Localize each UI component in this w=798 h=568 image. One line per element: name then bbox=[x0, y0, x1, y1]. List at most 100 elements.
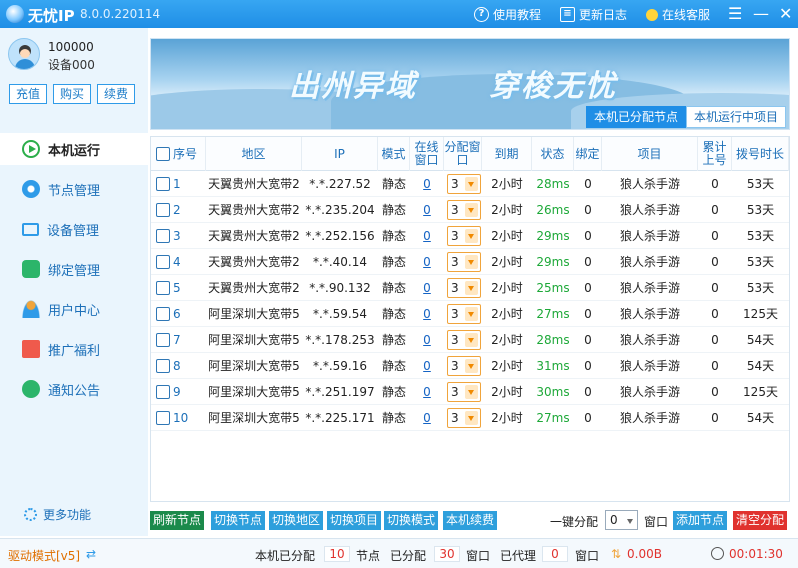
switch-node-button[interactable]: 切换节点 bbox=[211, 511, 266, 530]
local-renew-button[interactable]: 本机续费 bbox=[443, 511, 498, 530]
tab-running-projects[interactable]: 本机运行中项目 bbox=[686, 106, 787, 128]
device-icon bbox=[22, 222, 39, 236]
alloc-window-select[interactable]: 3 bbox=[447, 226, 481, 246]
cell-bind: 0 bbox=[584, 385, 592, 399]
assigned-label: 本机已分配 bbox=[255, 549, 316, 563]
tab-assigned-nodes[interactable]: 本机已分配节点 bbox=[586, 106, 687, 128]
table-row[interactable]: 1 天翼贵州大宽带2 *.*.227.52 静态 0 2小时 28ms 0 狼人杀手游 0 53天 3 bbox=[151, 171, 789, 197]
support-link[interactable]: 在线客服 bbox=[646, 6, 710, 23]
cell-mode: 静态 bbox=[381, 177, 406, 191]
alloc-window-select[interactable]: 3 bbox=[447, 252, 481, 272]
chevron-down-icon bbox=[465, 203, 478, 217]
alloc-value: 3 bbox=[451, 333, 459, 347]
col-online-window: 在线窗口 bbox=[410, 137, 444, 171]
tutorial-link[interactable]: ? 使用教程 bbox=[474, 6, 541, 23]
row-checkbox[interactable] bbox=[156, 255, 170, 269]
alloc-window-select[interactable]: 3 bbox=[447, 356, 481, 376]
cell-duration: 125天 bbox=[743, 385, 778, 399]
alloc-window-select[interactable]: 3 bbox=[447, 200, 481, 220]
table-row[interactable]: 5 天翼贵州大宽带2 *.*.90.132 静态 0 2小时 25ms 0 狼人杀手游 0 53天 3 bbox=[151, 275, 789, 301]
alloc-window-select[interactable]: 3 bbox=[447, 174, 481, 194]
switch-driver-icon[interactable]: ⇄ bbox=[86, 547, 96, 561]
nav-binding-management[interactable]: 绑定管理 bbox=[0, 253, 148, 285]
alloc-value: 3 bbox=[451, 359, 459, 373]
row-checkbox[interactable] bbox=[156, 229, 170, 243]
cell-expire: 2小时 bbox=[491, 177, 523, 191]
alloc-window-select[interactable]: 3 bbox=[447, 382, 481, 402]
cell-expire: 2小时 bbox=[491, 281, 523, 295]
nav-local-run[interactable]: 本机运行 bbox=[0, 133, 148, 165]
alloc-value: 3 bbox=[451, 307, 459, 321]
alloc-window-select[interactable]: 3 bbox=[447, 304, 481, 324]
avatar[interactable] bbox=[8, 38, 40, 70]
recharge-button[interactable]: 充值 bbox=[9, 84, 47, 104]
col-status: 状态 bbox=[532, 137, 574, 171]
table-row[interactable]: 4 天翼贵州大宽带2 *.*.40.14 静态 0 2小时 29ms 0 狼人杀手游 0 53天 3 bbox=[151, 249, 789, 275]
help-icon: ? bbox=[474, 7, 489, 22]
nav-user-center[interactable]: 用户中心 bbox=[0, 293, 148, 325]
nav-announcements[interactable]: 通知公告 bbox=[0, 373, 148, 405]
cell-online[interactable]: 0 bbox=[423, 255, 431, 269]
alloc-window-select[interactable]: 3 bbox=[447, 330, 481, 350]
chevron-down-icon bbox=[465, 307, 478, 321]
close-button[interactable]: ✕ bbox=[779, 4, 792, 23]
cell-total: 0 bbox=[711, 333, 719, 347]
alloc-window-select[interactable]: 3 bbox=[447, 408, 481, 428]
row-checkbox[interactable] bbox=[156, 307, 170, 321]
row-number: 4 bbox=[173, 255, 181, 269]
minimize-button[interactable]: — bbox=[753, 4, 769, 23]
table-row[interactable]: 2 天翼贵州大宽带2 *.*.235.204 静态 0 2小时 26ms 0 狼人杀手游 0 53天… bbox=[151, 197, 789, 223]
cell-online[interactable]: 0 bbox=[423, 281, 431, 295]
alloc-value: 3 bbox=[451, 255, 459, 269]
table-row[interactable]: 6 阿里深圳大宽带5 *.*.59.54 静态 0 2小时 27ms 0 狼人杀手游 0 125天 3 bbox=[151, 301, 789, 327]
cell-project: 狼人杀手游 bbox=[619, 333, 680, 347]
cell-project: 狼人杀手游 bbox=[619, 255, 680, 269]
cell-online[interactable]: 0 bbox=[423, 177, 431, 191]
row-checkbox[interactable] bbox=[156, 281, 170, 295]
menu-button[interactable]: ☰ bbox=[728, 4, 742, 23]
one-click-select[interactable]: 0 bbox=[605, 510, 638, 530]
cell-online[interactable]: 0 bbox=[423, 229, 431, 243]
cell-online[interactable]: 0 bbox=[423, 359, 431, 373]
renew-button[interactable]: 续费 bbox=[97, 84, 135, 104]
row-checkbox[interactable] bbox=[156, 385, 170, 399]
table-row[interactable]: 10 阿里深圳大宽带5 *.*.225.171 静态 0 2小时 27ms 0 狼人杀手游 0 54… bbox=[151, 405, 789, 431]
switch-mode-button[interactable]: 切换模式 bbox=[384, 511, 439, 530]
row-checkbox[interactable] bbox=[156, 359, 170, 373]
add-node-button[interactable]: 添加节点 bbox=[673, 511, 728, 530]
alloc-window-select[interactable]: 3 bbox=[447, 278, 481, 298]
nav-node-management[interactable]: 节点管理 bbox=[0, 173, 148, 205]
cell-online[interactable]: 0 bbox=[423, 307, 431, 321]
cell-online[interactable]: 0 bbox=[423, 385, 431, 399]
row-checkbox[interactable] bbox=[156, 411, 170, 425]
row-checkbox[interactable] bbox=[156, 177, 170, 191]
chevron-down-icon bbox=[465, 229, 478, 243]
cell-bind: 0 bbox=[584, 411, 592, 425]
nav-device-management[interactable]: 设备管理 bbox=[0, 213, 148, 245]
cell-online[interactable]: 0 bbox=[423, 203, 431, 217]
cell-online[interactable]: 0 bbox=[423, 333, 431, 347]
row-checkbox[interactable] bbox=[156, 203, 170, 217]
more-features-link[interactable]: 更多功能 bbox=[24, 506, 91, 523]
table-row[interactable]: 9 阿里深圳大宽带5 *.*.251.197 静态 0 2小时 30ms 0 狼人杀手游 0 125… bbox=[151, 379, 789, 405]
row-checkbox[interactable] bbox=[156, 333, 170, 347]
select-all-checkbox[interactable] bbox=[156, 147, 170, 161]
buy-button[interactable]: 购买 bbox=[53, 84, 91, 104]
cell-total: 0 bbox=[711, 281, 719, 295]
nav-label: 本机运行 bbox=[48, 143, 101, 159]
user-icon bbox=[22, 300, 40, 318]
refresh-nodes-button[interactable]: 刷新节点 bbox=[150, 511, 205, 530]
table-row[interactable]: 3 天翼贵州大宽带2 *.*.252.156 静态 0 2小时 29ms 0 狼人杀手游 0 53天… bbox=[151, 223, 789, 249]
nav-promotion[interactable]: 推广福利 bbox=[0, 333, 148, 365]
switch-project-button[interactable]: 切换项目 bbox=[327, 511, 382, 530]
switch-region-button[interactable]: 切换地区 bbox=[269, 511, 324, 530]
table-row[interactable]: 8 阿里深圳大宽带5 *.*.59.16 静态 0 2小时 31ms 0 狼人杀手游 0 54天 3 bbox=[151, 353, 789, 379]
gift-icon bbox=[22, 340, 40, 358]
cell-region: 阿里深圳大宽带5 bbox=[208, 359, 300, 373]
table-row[interactable]: 7 阿里深圳大宽带5 *.*.178.253 静态 0 2小时 28ms 0 狼人杀手游 0 54天… bbox=[151, 327, 789, 353]
cell-online[interactable]: 0 bbox=[423, 411, 431, 425]
changelog-link[interactable]: ≡ 更新日志 bbox=[560, 6, 627, 23]
clear-allocation-button[interactable]: 清空分配 bbox=[733, 511, 788, 530]
cell-project: 狼人杀手游 bbox=[619, 229, 680, 243]
cell-region: 阿里深圳大宽带5 bbox=[208, 385, 300, 399]
